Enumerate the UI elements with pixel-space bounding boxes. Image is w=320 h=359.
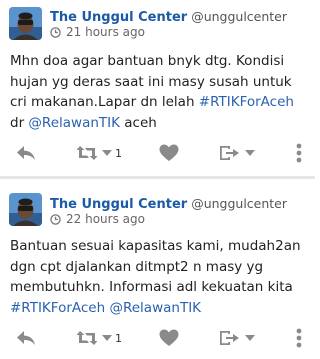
retweet-count: 1	[115, 146, 122, 160]
retweet-button[interactable]: 1	[76, 326, 132, 350]
hashtag-link[interactable]: #RTIKForAceh	[199, 94, 294, 110]
reply-icon	[17, 146, 35, 160]
heart-icon	[159, 144, 179, 161]
reply-icon	[17, 331, 35, 345]
clock-icon	[50, 213, 61, 225]
time-label: 21 hours ago	[66, 25, 145, 39]
tweet-header: The Unggul Center @unggulcenter	[50, 6, 287, 25]
more-options-button[interactable]	[293, 326, 305, 350]
share-button[interactable]	[218, 141, 266, 165]
retweet-count: 1	[115, 331, 122, 345]
user-handle[interactable]: @unggulcenter	[191, 9, 287, 24]
heart-icon	[159, 329, 179, 346]
share-icon	[220, 146, 239, 160]
hashtag-link[interactable]: #RTIKForAceh	[10, 300, 105, 316]
tweet-text: Bantuan sesuai kapasitas kami, mudah2an …	[10, 236, 308, 318]
tweet-actions: 1	[0, 141, 315, 165]
timestamp[interactable]: 21 hours ago	[50, 25, 145, 39]
more-vertical-icon	[296, 328, 302, 348]
more-vertical-icon	[296, 143, 302, 163]
clock-icon	[50, 26, 61, 38]
chevron-down-icon[interactable]	[245, 335, 255, 341]
reply-button[interactable]	[14, 141, 38, 165]
retweet-icon	[76, 146, 98, 160]
tweet-header: The Unggul Center @unggulcenter	[50, 193, 287, 212]
text-segment: Bantuan sesuai kapasitas kami, mudah2an …	[10, 238, 301, 295]
more-options-button[interactable]	[293, 141, 305, 165]
display-name[interactable]: The Unggul Center	[50, 10, 187, 25]
tweet-text: Mhn doa agar bantuan bnyk dtg. Kondisi h…	[10, 51, 308, 133]
tweet-actions: 1	[0, 326, 315, 350]
retweet-button[interactable]: 1	[76, 141, 132, 165]
time-label: 22 hours ago	[66, 212, 145, 226]
avatar[interactable]	[9, 7, 42, 40]
chevron-down-icon[interactable]	[245, 150, 255, 156]
text-segment: aceh	[119, 114, 157, 131]
mention-link[interactable]: @RelawanTIK	[28, 115, 120, 131]
text-segment: dr	[10, 114, 29, 131]
retweet-icon	[76, 331, 98, 345]
timestamp[interactable]: 22 hours ago	[50, 212, 145, 226]
chevron-down-icon[interactable]	[102, 150, 112, 156]
user-handle[interactable]: @unggulcenter	[191, 196, 287, 211]
reply-button[interactable]	[14, 326, 38, 350]
share-button[interactable]	[218, 326, 266, 350]
avatar[interactable]	[9, 193, 42, 226]
mention-link[interactable]: @RelawanTIK	[109, 300, 201, 316]
display-name[interactable]: The Unggul Center	[50, 197, 187, 212]
like-button[interactable]	[157, 326, 181, 350]
chevron-down-icon[interactable]	[102, 335, 112, 341]
like-button[interactable]	[157, 141, 181, 165]
share-icon	[220, 331, 239, 345]
